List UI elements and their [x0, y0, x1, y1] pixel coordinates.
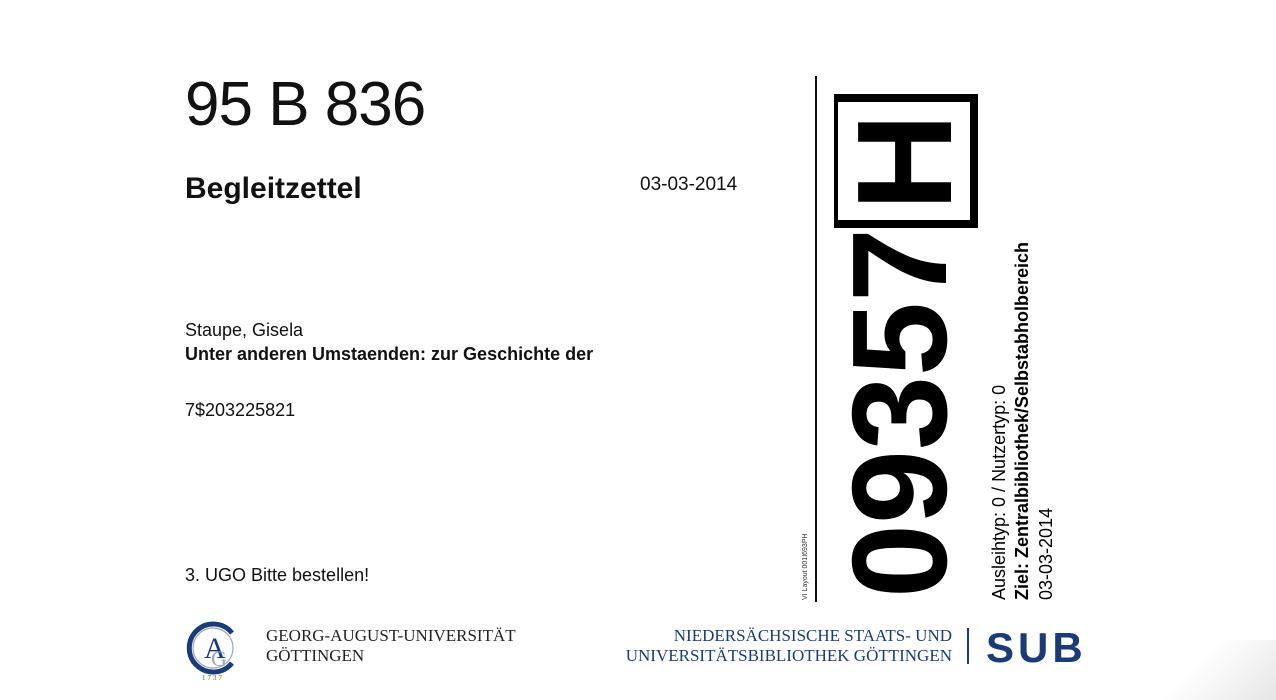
boxed-letter: H: [834, 113, 980, 211]
sub-separator: [967, 628, 969, 664]
gau-logo-year: 1737: [202, 674, 224, 682]
gau-name-line2: GÖTTINGEN: [266, 646, 365, 665]
big-number: 09357: [834, 228, 975, 598]
sub-logo: SUB: [986, 624, 1084, 668]
gau-logo: A G 1737: [186, 621, 234, 682]
layout-code: VI Layout 001I693PH: [801, 508, 811, 600]
slip-date: 03-03-2014: [640, 174, 738, 195]
page-curl-shadow: [1140, 640, 1276, 700]
sub-name-line2: UNIVERSITÄTSBIBLIOTHEK GÖTTINGEN: [625, 646, 952, 665]
slip-heading: Begleitzettel: [185, 172, 362, 205]
svg-text:G: G: [211, 646, 227, 671]
big-number-panel: H 09357: [834, 94, 980, 598]
book-author: Staupe, Gisela: [185, 320, 304, 340]
sub-name-line1: NIEDERSÄCHSISCHE STAATS- UND: [673, 626, 952, 645]
order-note: 3. UGO Bitte bestellen!: [185, 565, 370, 585]
sub-logo-text: SUB: [986, 624, 1084, 668]
vertical-divider: [815, 76, 817, 602]
book-title: Unter anderen Umstaenden: zur Geschichte…: [185, 344, 594, 364]
delivery-date: 03-03-2014: [1036, 508, 1056, 600]
gau-name: GEORG-AUGUST-UNIVERSITÄT GÖTTINGEN: [266, 626, 516, 666]
shelf-mark: 95 B 836: [185, 70, 426, 139]
sub-name: NIEDERSÄCHSISCHE STAATS- UND UNIVERSITÄT…: [596, 626, 952, 666]
layout-code-text: VI Layout 001I693PH: [802, 533, 809, 600]
loan-type-info: Ausleihtyp: 0 / Nutzertyp: 0: [989, 385, 1009, 600]
barcode-number: 7$203225821: [185, 400, 296, 420]
destination-info: Ziel: Zentralbibliothek/Selbstabholberei…: [1012, 242, 1032, 600]
gau-name-line1: GEORG-AUGUST-UNIVERSITÄT: [266, 626, 516, 645]
delivery-info: Ausleihtyp: 0 / Nutzertyp: 0 Ziel: Zentr…: [989, 242, 1056, 600]
